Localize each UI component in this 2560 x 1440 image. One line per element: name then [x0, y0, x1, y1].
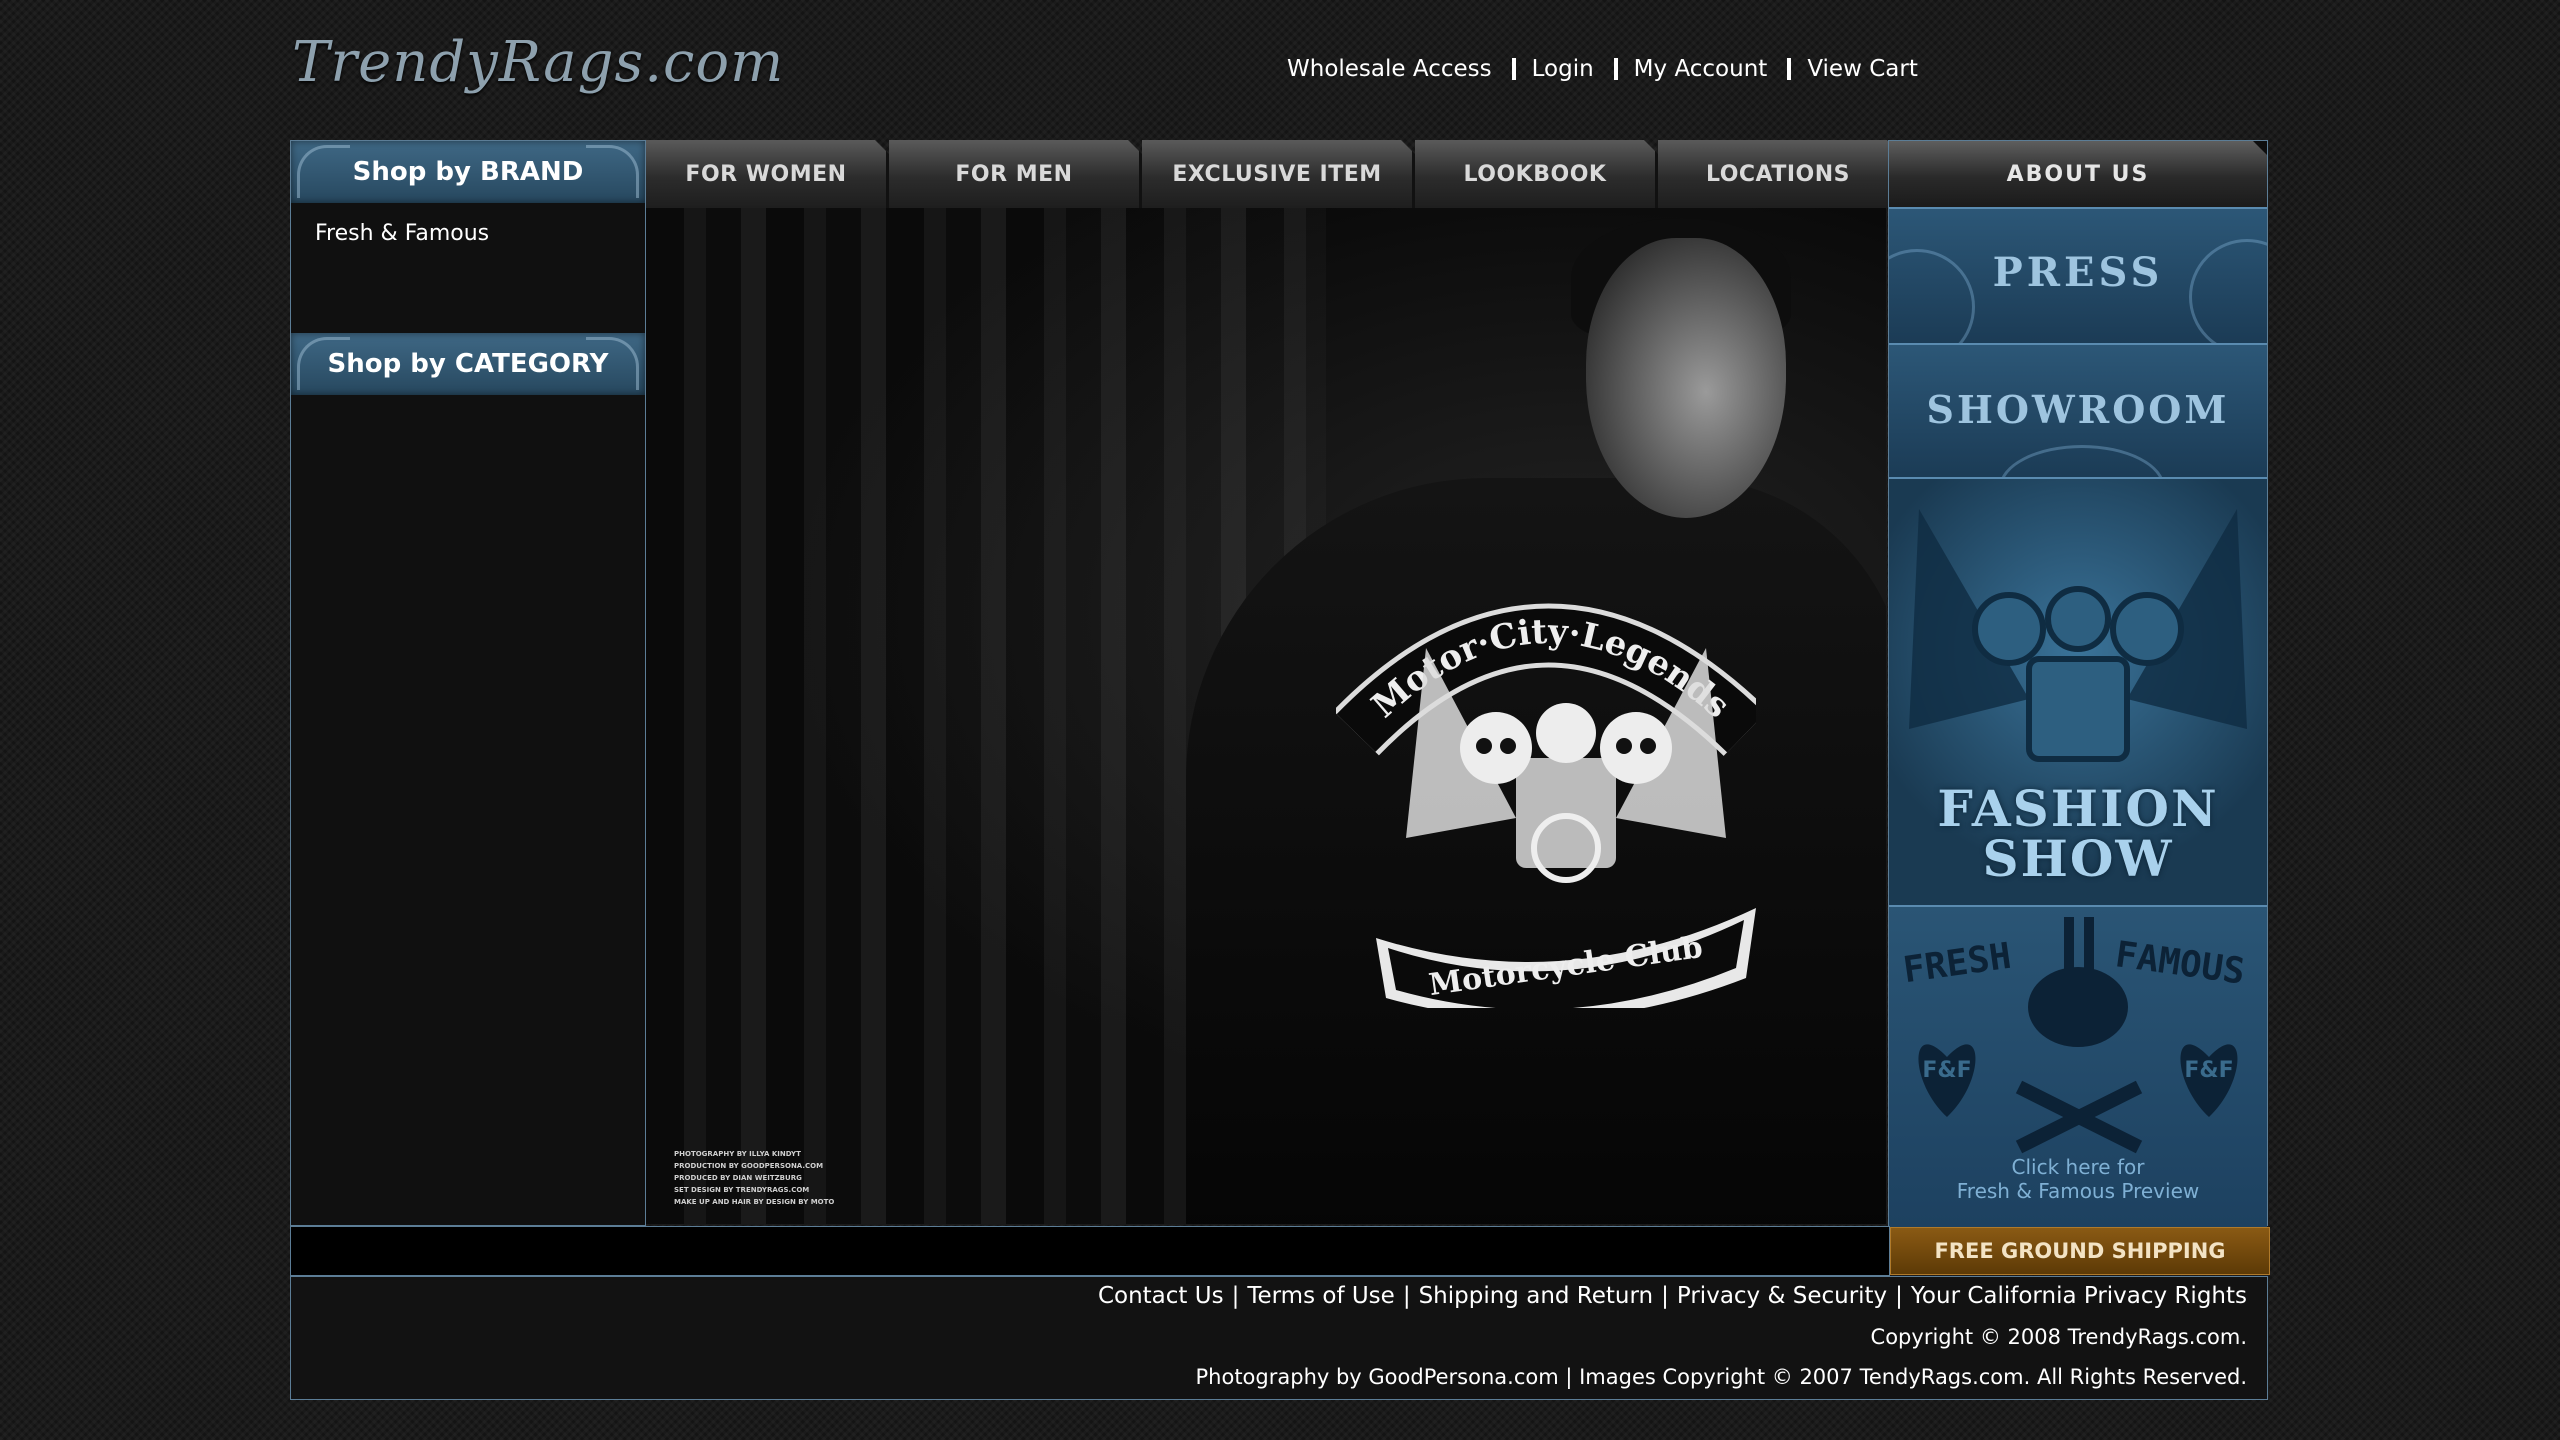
nav-divider: [1787, 58, 1792, 80]
tab-for-women[interactable]: FOR WOMEN: [646, 140, 889, 208]
fashion-show-banner[interactable]: FASHION SHOW: [1889, 477, 2267, 907]
photo-credit-text: Photography by GoodPersona.com | Images …: [1195, 1365, 2248, 1389]
footer-divider: |: [1895, 1283, 1903, 1309]
tab-for-men[interactable]: FOR MEN: [889, 140, 1142, 208]
ff-caption: Click here for Fresh & Famous Preview: [1889, 1155, 2267, 1203]
wholesale-access-link[interactable]: Wholesale Access: [1287, 56, 1492, 82]
model-head: [1586, 238, 1786, 518]
footer-divider: |: [1231, 1283, 1240, 1309]
showroom-label: SHOWROOM: [1926, 387, 2230, 432]
footer-divider: |: [1661, 1283, 1669, 1309]
tab-about-us[interactable]: ABOUT US: [1889, 141, 2267, 207]
shipping-return-link[interactable]: Shipping and Return: [1419, 1283, 1654, 1309]
shop-by-category-heading: Shop by CATEGORY: [291, 333, 645, 395]
privacy-security-link[interactable]: Privacy & Security: [1677, 1283, 1887, 1309]
ff-heart-right: F&F: [2184, 1058, 2233, 1083]
terms-of-use-link[interactable]: Terms of Use: [1247, 1283, 1395, 1309]
tab-exclusive-item[interactable]: EXCLUSIVE ITEM: [1142, 140, 1415, 208]
tab-locations[interactable]: LOCATIONS: [1658, 140, 1901, 208]
ff-caption-line1: Click here for: [2011, 1155, 2145, 1179]
content-bar: [290, 1226, 1890, 1276]
footer: Contact Us | Terms of Use | Shipping and Ret…: [290, 1276, 2268, 1400]
hero-image[interactable]: Motor·City·Legends Motorcycle Club PHOTO…: [646, 208, 1886, 1224]
press-label: PRESS: [1992, 249, 2164, 296]
view-cart-link[interactable]: View Cart: [1807, 56, 1918, 82]
copyright-text: Copyright © 2008 TrendyRags.com.: [1870, 1325, 2247, 1349]
footer-links: Contact Us | Terms of Use | Shipping and Ret…: [1098, 1283, 2247, 1309]
right-column: ABOUT US PRESS SHOWROOM FASHION SHOW FRE…: [1888, 140, 2268, 1227]
fashion-show-label-line2: SHOW: [1982, 829, 2174, 888]
login-link[interactable]: Login: [1532, 56, 1594, 82]
nav-divider: [1613, 58, 1618, 80]
free-shipping-banner[interactable]: FREE GROUND SHIPPING: [1890, 1227, 2270, 1275]
footer-divider: |: [1402, 1283, 1411, 1309]
press-banner[interactable]: PRESS: [1889, 207, 2267, 345]
california-privacy-link[interactable]: Your California Privacy Rights: [1911, 1283, 2247, 1309]
photo-credits: PHOTOGRAPHY BY ILLYA KINDYT PRODUCTION B…: [674, 1150, 835, 1206]
brand-item-fresh-famous[interactable]: Fresh & Famous: [315, 221, 489, 246]
skull-engine-wings-icon: Motorcycle Club: [1376, 648, 1756, 1008]
shop-by-brand-heading: Shop by BRAND: [291, 141, 645, 203]
fresh-famous-banner[interactable]: FRESH FAMOUS F&F F&F Click here for Fres…: [1889, 905, 2267, 1227]
nav-divider: [1511, 58, 1516, 80]
main-nav: FOR WOMEN FOR MEN EXCLUSIVE ITEM LOOKBOO…: [646, 140, 1901, 208]
my-account-link[interactable]: My Account: [1634, 56, 1768, 82]
ff-caption-line2: Fresh & Famous Preview: [1956, 1179, 2200, 1203]
tab-lookbook[interactable]: LOOKBOOK: [1415, 140, 1658, 208]
top-nav: Wholesale Access Login My Account View C…: [1287, 56, 1918, 82]
site-logo[interactable]: TrendyRags.com: [292, 30, 784, 95]
showroom-banner[interactable]: SHOWROOM: [1889, 343, 2267, 479]
contact-us-link[interactable]: Contact Us: [1098, 1283, 1224, 1309]
ff-heart-left: F&F: [1922, 1058, 1971, 1083]
left-sidebar: Shop by BRAND Fresh & Famous Shop by CAT…: [290, 140, 646, 1226]
